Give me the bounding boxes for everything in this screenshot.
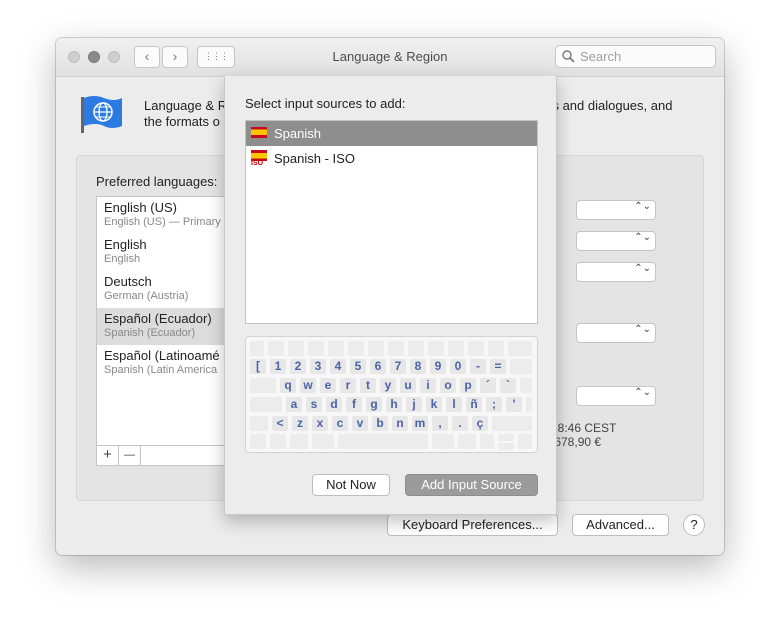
keyboard-key: ñ <box>466 397 482 412</box>
list-item[interactable]: Deutsch German (Austria) <box>97 271 225 308</box>
keyboard-key: r <box>340 378 356 393</box>
title-bar: ‹ › ⋮⋮⋮ Language & Region Search <box>56 38 724 77</box>
list-item[interactable]: ISO Spanish - ISO <box>246 146 537 171</box>
remove-language-button[interactable]: — <box>119 446 141 465</box>
add-language-button[interactable]: + <box>97 446 119 465</box>
header-line1-right: nus and dialogues, and <box>538 98 673 113</box>
keyboard-key: g <box>366 397 382 412</box>
search-placeholder: Search <box>580 49 622 64</box>
keyboard-key: 4 <box>330 359 346 374</box>
preferred-languages-list[interactable]: English (US) English (US) — Primary Engl… <box>96 196 226 446</box>
keyboard-key: d <box>326 397 342 412</box>
list-sort-popup[interactable]: ⌃⌄ <box>576 386 656 406</box>
chevron-updown-icon: ⌃⌄ <box>634 263 651 274</box>
header-line1-left: Language & R <box>144 98 228 113</box>
keyboard-key: 3 <box>310 359 326 374</box>
chevron-updown-icon: ⌃⌄ <box>634 232 651 243</box>
keyboard-key: z <box>292 416 308 431</box>
keyboard-key: 0 <box>450 359 466 374</box>
keyboard-key: u <box>400 378 416 393</box>
keyboard-key: v <box>352 416 368 431</box>
region-popup[interactable]: ⌃⌄ <box>576 200 656 220</box>
chevron-updown-icon: ⌃⌄ <box>634 201 651 212</box>
keyboard-key: ç <box>472 416 488 431</box>
temperature-popup[interactable]: ⌃⌄ <box>576 323 656 343</box>
keyboard-key: x <box>312 416 328 431</box>
list-item[interactable]: Español (Ecuador) Spanish (Ecuador) <box>97 308 225 345</box>
keyboard-key: ` <box>500 378 516 393</box>
keyboard-key: o <box>440 378 456 393</box>
keyboard-key: j <box>406 397 422 412</box>
preferred-languages-label: Preferred languages: <box>96 174 218 189</box>
keyboard-key: i <box>420 378 436 393</box>
keyboard-key: - <box>470 359 486 374</box>
keyboard-key: 2 <box>290 359 306 374</box>
keyboard-key: 9 <box>430 359 446 374</box>
keyboard-key: ´ <box>480 378 496 393</box>
keyboard-key: , <box>432 416 448 431</box>
add-input-source-button[interactable]: Add Input Source <box>405 474 538 496</box>
list-item[interactable]: Spanish <box>246 121 537 146</box>
list-item[interactable]: English English <box>97 234 225 271</box>
flag-globe-icon <box>81 96 122 133</box>
keyboard-key: l <box>446 397 462 412</box>
number-format-sample: .678,90 € <box>551 435 602 449</box>
keyboard-key: 6 <box>370 359 386 374</box>
add-input-source-sheet: Select input sources to add: Spanish ISO… <box>224 76 557 515</box>
chevron-updown-icon: ⌃⌄ <box>634 387 651 398</box>
keyboard-key: [ <box>250 359 266 374</box>
advanced-button[interactable]: Advanced... <box>572 514 669 536</box>
keyboard-key: p <box>460 378 476 393</box>
search-icon <box>562 50 575 63</box>
list-edit-bar: + — <box>96 446 226 466</box>
keyboard-key: 7 <box>390 359 406 374</box>
keyboard-key: t <box>360 378 376 393</box>
keyboard-key: y <box>380 378 396 393</box>
not-now-button[interactable]: Not Now <box>312 474 390 496</box>
keyboard-key: ; <box>486 397 502 412</box>
help-button[interactable]: ? <box>683 514 705 536</box>
space-bar <box>338 434 428 449</box>
chevron-updown-icon: ⌃⌄ <box>634 324 651 335</box>
list-item[interactable]: English (US) English (US) — Primary <box>97 197 225 234</box>
keyboard-key: c <box>332 416 348 431</box>
input-source-list[interactable]: Spanish ISO Spanish - ISO <box>245 120 538 324</box>
first-day-popup[interactable]: ⌃⌄ <box>576 231 656 251</box>
keyboard-key: a <box>286 397 302 412</box>
keyboard-key: b <box>372 416 388 431</box>
sheet-title: Select input sources to add: <box>245 96 406 111</box>
keyboard-key: n <box>392 416 408 431</box>
keyboard-key: e <box>320 378 336 393</box>
keyboard-key: 8 <box>410 359 426 374</box>
keyboard-key: w <box>300 378 316 393</box>
keyboard-key: h <box>386 397 402 412</box>
keyboard-preferences-button[interactable]: Keyboard Preferences... <box>387 514 558 536</box>
keyboard-key: m <box>412 416 428 431</box>
calendar-popup[interactable]: ⌃⌄ <box>576 262 656 282</box>
keyboard-key: q <box>280 378 296 393</box>
keyboard-key: s <box>306 397 322 412</box>
keyboard-key: . <box>452 416 468 431</box>
keyboard-key: f <box>346 397 362 412</box>
keyboard-key: < <box>272 416 288 431</box>
list-item[interactable]: Español (Latinoamé Spanish (Latin Americ… <box>97 345 225 382</box>
keyboard-key: ' <box>506 397 522 412</box>
search-field[interactable]: Search <box>555 45 716 68</box>
keyboard-key: 5 <box>350 359 366 374</box>
iso-badge: ISO <box>251 160 264 167</box>
keyboard-preview: [ 1 2 3 4 5 6 7 8 9 0 - = q w e r t y u … <box>245 336 538 453</box>
keyboard-key: = <box>490 359 506 374</box>
spain-flag-icon <box>251 127 267 138</box>
keyboard-key: 1 <box>270 359 286 374</box>
time-format-sample: 18:46 CEST <box>551 421 617 435</box>
keyboard-key: k <box>426 397 442 412</box>
